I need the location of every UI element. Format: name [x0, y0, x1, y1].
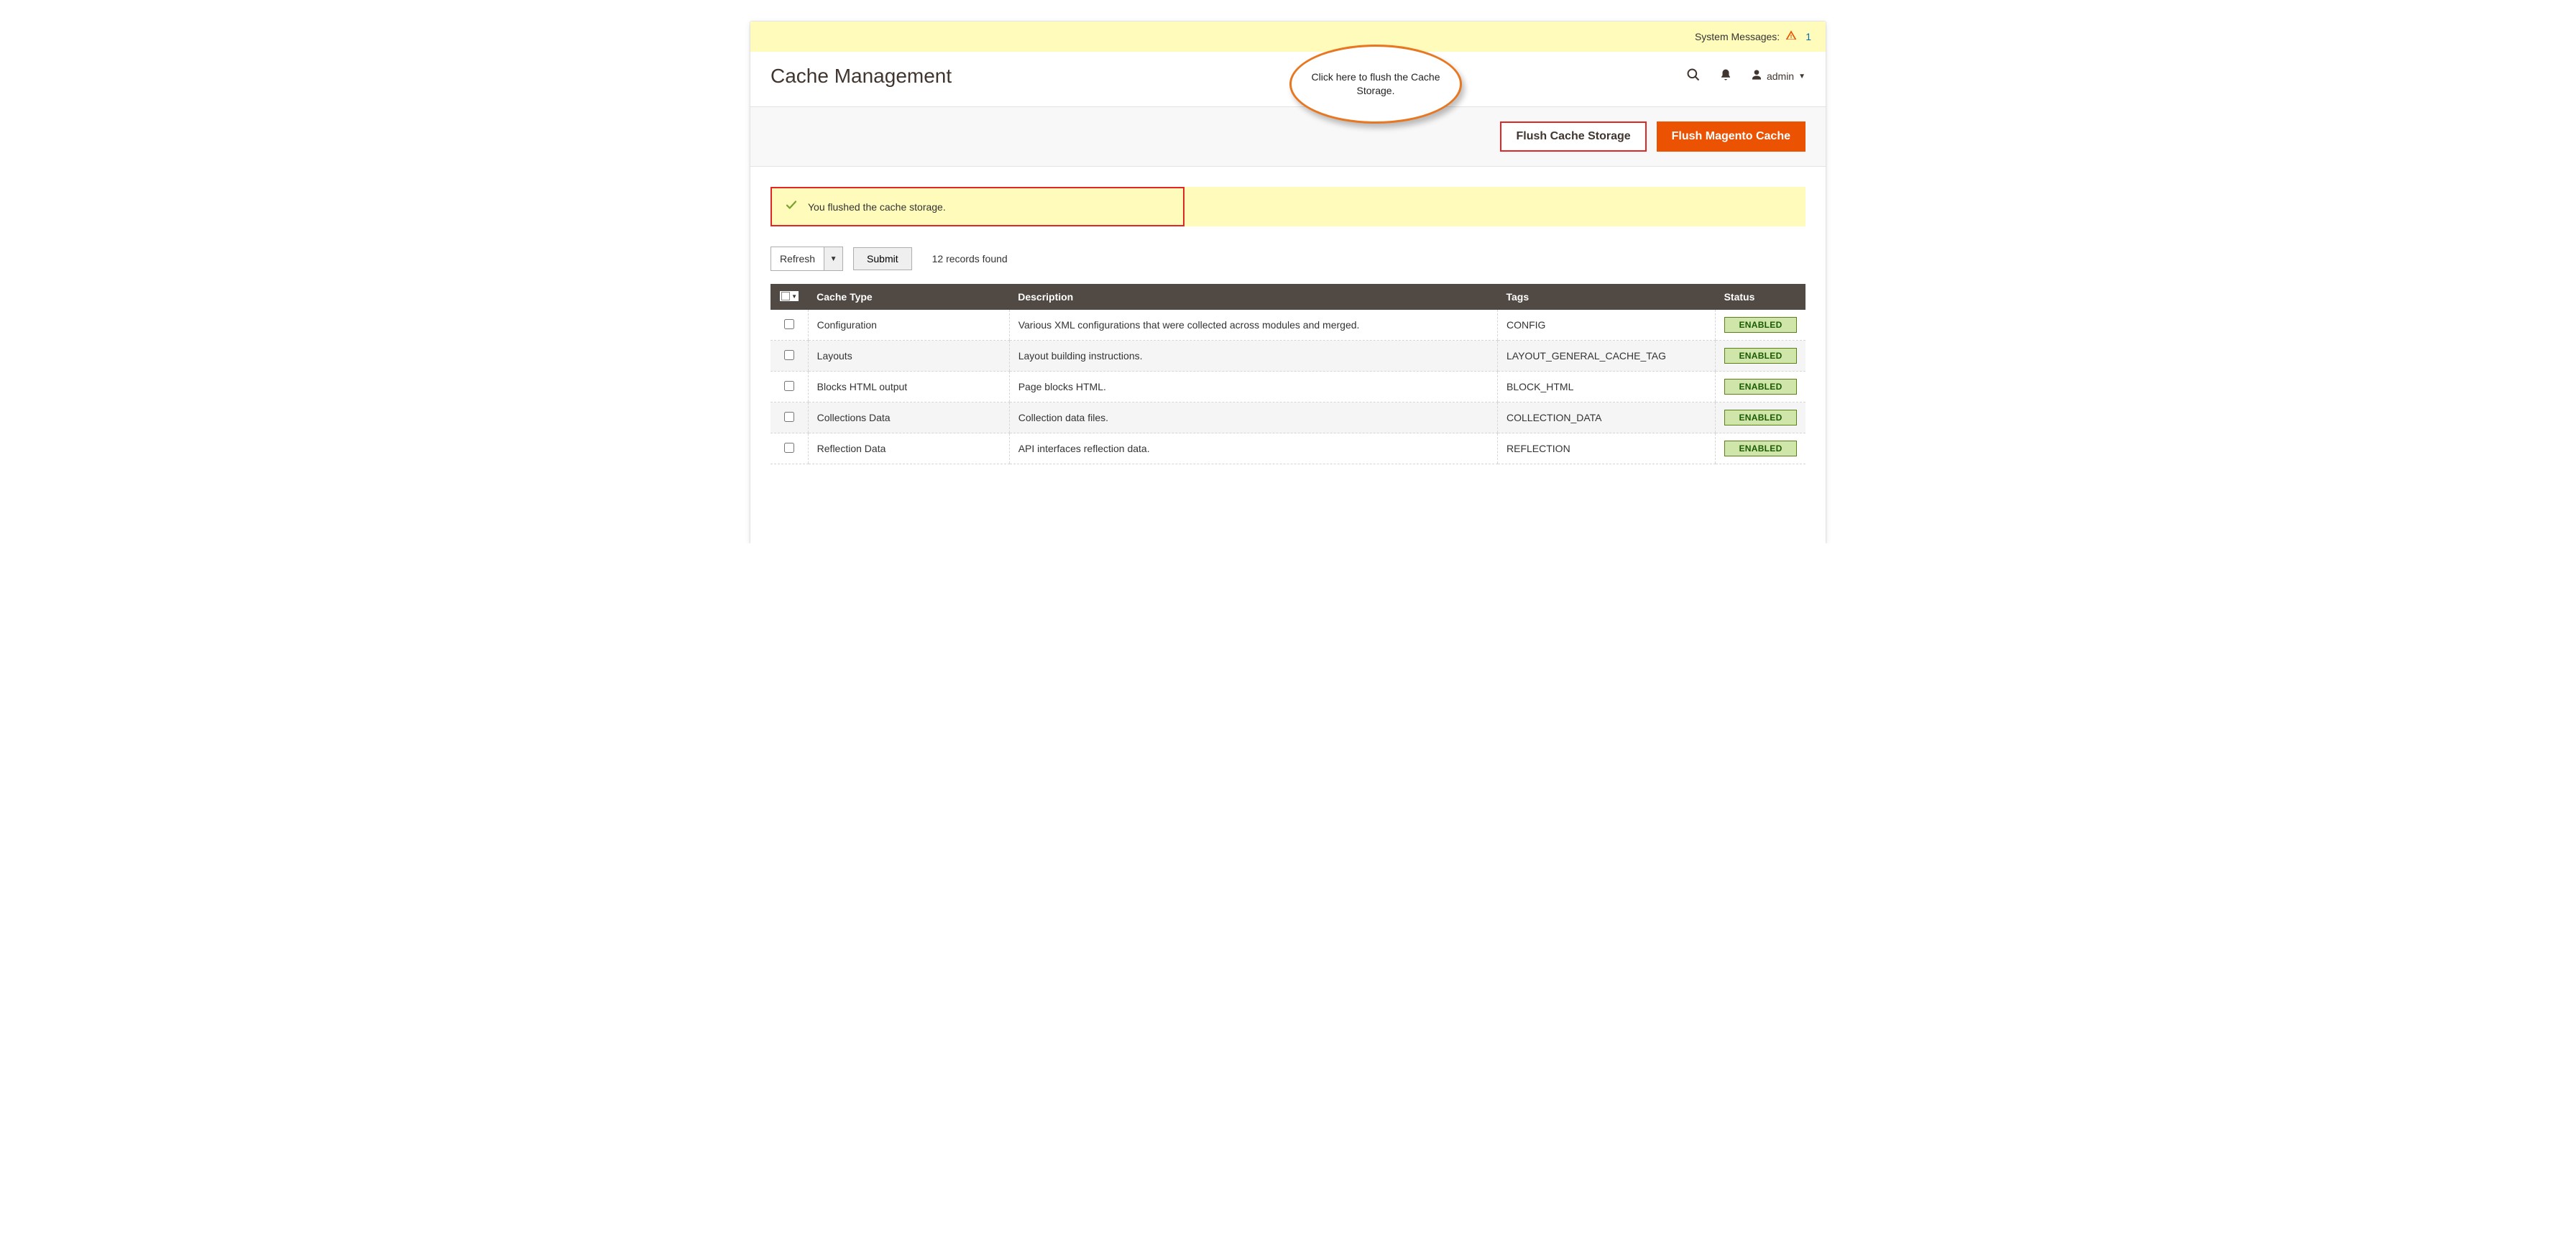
success-message-banner: You flushed the cache storage. — [770, 187, 1806, 226]
cell-cache-type: Layouts — [808, 341, 1009, 372]
row-checkbox[interactable] — [784, 319, 794, 329]
cell-status: ENABLED — [1716, 341, 1806, 372]
select-all-header[interactable]: ▼ — [770, 284, 808, 310]
cell-cache-type: Collections Data — [808, 402, 1009, 433]
flush-cache-storage-button[interactable]: Flush Cache Storage — [1500, 121, 1646, 152]
admin-account-menu[interactable]: admin ▼ — [1751, 69, 1806, 84]
cell-tags: CONFIG — [1498, 310, 1716, 341]
flush-magento-cache-button[interactable]: Flush Magento Cache — [1657, 121, 1806, 152]
admin-username: admin — [1767, 70, 1794, 82]
status-badge: ENABLED — [1724, 441, 1797, 456]
row-checkbox[interactable] — [784, 350, 794, 360]
notifications-icon[interactable] — [1719, 68, 1732, 85]
cache-types-table: ▼ Cache Type Description Tags Status Con… — [770, 284, 1806, 464]
user-icon — [1751, 69, 1762, 84]
cell-description: API interfaces reflection data. — [1009, 433, 1497, 464]
row-checkbox[interactable] — [784, 381, 794, 391]
status-badge: ENABLED — [1724, 317, 1797, 333]
column-header-description[interactable]: Description — [1009, 284, 1497, 310]
table-row: Reflection DataAPI interfaces reflection… — [770, 433, 1806, 464]
search-icon[interactable] — [1686, 68, 1701, 86]
chevron-down-icon: ▼ — [1798, 73, 1806, 80]
column-header-tags[interactable]: Tags — [1498, 284, 1716, 310]
cell-tags: REFLECTION — [1498, 433, 1716, 464]
cell-description: Layout building instructions. — [1009, 341, 1497, 372]
column-header-status[interactable]: Status — [1716, 284, 1806, 310]
cell-cache-type: Configuration — [808, 310, 1009, 341]
grid-controls: Refresh ▼ Submit 12 records found — [770, 247, 1806, 271]
mass-action-select[interactable]: Refresh ▼ — [770, 247, 843, 271]
cell-cache-type: Reflection Data — [808, 433, 1009, 464]
cell-status: ENABLED — [1716, 402, 1806, 433]
header-tools: admin ▼ — [1686, 68, 1806, 86]
cell-status: ENABLED — [1716, 433, 1806, 464]
cell-description: Collection data files. — [1009, 402, 1497, 433]
warning-icon[interactable] — [1785, 29, 1797, 45]
status-badge: ENABLED — [1724, 379, 1797, 395]
system-messages-bar: System Messages: 1 — [750, 22, 1826, 52]
cell-tags: COLLECTION_DATA — [1498, 402, 1716, 433]
page-title: Cache Management — [770, 65, 952, 88]
system-messages-label: System Messages: — [1695, 31, 1780, 42]
cell-cache-type: Blocks HTML output — [808, 372, 1009, 402]
status-badge: ENABLED — [1724, 348, 1797, 364]
cell-status: ENABLED — [1716, 372, 1806, 402]
submit-button[interactable]: Submit — [853, 247, 912, 270]
column-header-cache-type[interactable]: Cache Type — [808, 284, 1009, 310]
row-checkbox[interactable] — [784, 412, 794, 422]
check-icon — [785, 198, 798, 215]
cell-status: ENABLED — [1716, 310, 1806, 341]
page-actions-bar: Flush Cache Storage Flush Magento Cache — [750, 106, 1826, 167]
cell-tags: LAYOUT_GENERAL_CACHE_TAG — [1498, 341, 1716, 372]
records-found-text: 12 records found — [932, 253, 1008, 264]
success-message-text: You flushed the cache storage. — [808, 201, 946, 213]
system-messages-count[interactable]: 1 — [1806, 31, 1811, 42]
success-message-highlight: You flushed the cache storage. — [770, 187, 1184, 226]
table-row: Collections DataCollection data files.CO… — [770, 402, 1806, 433]
status-badge: ENABLED — [1724, 410, 1797, 426]
cell-description: Various XML configurations that were col… — [1009, 310, 1497, 341]
cell-description: Page blocks HTML. — [1009, 372, 1497, 402]
mass-action-selected: Refresh — [771, 247, 824, 270]
table-row: Blocks HTML outputPage blocks HTML.BLOCK… — [770, 372, 1806, 402]
table-row: ConfigurationVarious XML configurations … — [770, 310, 1806, 341]
cell-tags: BLOCK_HTML — [1498, 372, 1716, 402]
row-checkbox[interactable] — [784, 443, 794, 453]
table-row: LayoutsLayout building instructions.LAYO… — [770, 341, 1806, 372]
page-header: Cache Management admin ▼ — [770, 52, 1806, 93]
chevron-down-icon: ▼ — [824, 247, 842, 270]
